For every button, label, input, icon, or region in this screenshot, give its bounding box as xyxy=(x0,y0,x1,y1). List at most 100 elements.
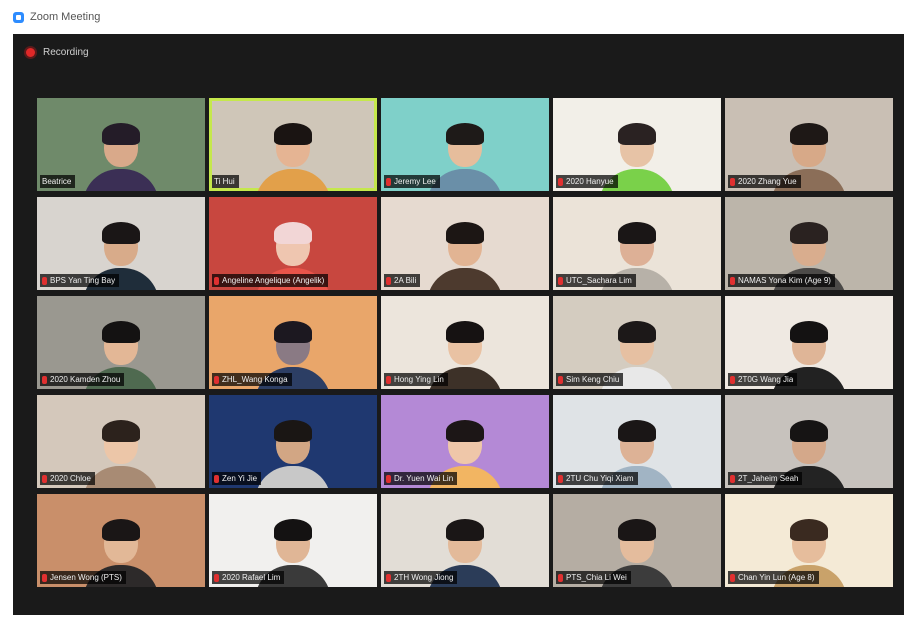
participant-tile[interactable]: Sim Keng Chiu xyxy=(553,296,721,389)
participant-tile[interactable]: BPS Yan Ting Bay xyxy=(37,197,205,290)
meeting-view: Recording Beatrice Ti Hui Jeremy Lee 2020 H… xyxy=(13,34,904,615)
muted-mic-icon xyxy=(558,474,563,483)
muted-mic-icon xyxy=(214,276,219,285)
participant-video xyxy=(83,410,159,488)
participant-name-tag: 2020 Rafael Lim xyxy=(212,571,285,584)
participant-name: Beatrice xyxy=(42,177,72,186)
muted-mic-icon xyxy=(730,276,735,285)
participant-name: NAMAS Yona Kim (Age 9) xyxy=(738,276,831,285)
participant-tile[interactable]: UTC_Sachara Lim xyxy=(553,197,721,290)
window-titlebar: Zoom Meeting xyxy=(0,0,906,34)
participant-tile[interactable]: Dr. Yuen Wai Lin xyxy=(381,395,549,488)
participant-tile[interactable]: Jensen Wong (PTS) xyxy=(37,494,205,587)
participant-name-tag: 2A Bili xyxy=(384,274,421,287)
record-icon xyxy=(26,48,35,57)
participant-name-tag: ZHL_Wang Konga xyxy=(212,373,292,386)
participant-name: ZHL_Wang Konga xyxy=(222,375,288,384)
participant-tile[interactable]: 2020 Hanyue xyxy=(553,98,721,191)
participant-name-tag: Zen Yi Jie xyxy=(212,472,262,485)
participant-video xyxy=(599,113,675,191)
muted-mic-icon xyxy=(42,573,47,582)
muted-mic-icon xyxy=(214,474,219,483)
participant-tile[interactable]: 2020 Kamden Zhou xyxy=(37,296,205,389)
participant-name: Angeline Angelique (Angelik) xyxy=(222,276,325,285)
participant-name-tag: 2020 Kamden Zhou xyxy=(40,373,125,386)
participant-name: Chan Yin Lun (Age 8) xyxy=(738,573,815,582)
muted-mic-icon xyxy=(214,573,219,582)
muted-mic-icon xyxy=(730,177,735,186)
participant-tile[interactable]: Zen Yi Jie xyxy=(209,395,377,488)
muted-mic-icon xyxy=(386,573,391,582)
participant-name: 2020 Rafael Lim xyxy=(222,573,281,582)
participant-name: BPS Yan Ting Bay xyxy=(50,276,116,285)
participant-name-tag: 2TH Wong Jiong xyxy=(384,571,458,584)
muted-mic-icon xyxy=(42,375,47,384)
muted-mic-icon xyxy=(214,375,219,384)
recording-label: Recording xyxy=(43,47,89,58)
participant-name-tag: 2020 Zhang Yue xyxy=(728,175,801,188)
muted-mic-icon xyxy=(386,276,391,285)
participant-tile[interactable]: 2020 Chloe xyxy=(37,395,205,488)
participant-tile[interactable]: 2020 Rafael Lim xyxy=(209,494,377,587)
participant-name: 2A Bili xyxy=(394,276,417,285)
participant-tile[interactable]: Chan Yin Lun (Age 8) xyxy=(725,494,893,587)
participant-name-tag: UTC_Sachara Lim xyxy=(556,274,636,287)
participant-tile[interactable]: 2A Bili xyxy=(381,197,549,290)
participant-name-tag: Dr. Yuen Wai Lin xyxy=(384,472,458,485)
participant-name: 2T_Jaheim Seah xyxy=(738,474,799,483)
participant-name: Ti Hui xyxy=(214,177,235,186)
participant-name-tag: 2TU Chu Yiqi Xiam xyxy=(556,472,638,485)
participant-name: 2T0G Wang Jia xyxy=(738,375,794,384)
participant-name-tag: Beatrice xyxy=(40,175,76,188)
participant-tile[interactable]: Ti Hui xyxy=(209,98,377,191)
participant-video xyxy=(427,212,503,290)
participant-name-tag: NAMAS Yona Kim (Age 9) xyxy=(728,274,835,287)
participant-name-tag: 2020 Hanyue xyxy=(556,175,618,188)
participant-video xyxy=(255,113,331,191)
participant-tile[interactable]: PTS_Chia Li Wei xyxy=(553,494,721,587)
participant-name-tag: Sim Keng Chiu xyxy=(556,373,624,386)
participant-tile[interactable]: Hong Ying Lin xyxy=(381,296,549,389)
participant-name: 2020 Hanyue xyxy=(566,177,614,186)
participant-name: 2TH Wong Jiong xyxy=(394,573,454,582)
recording-indicator[interactable]: Recording xyxy=(26,47,89,58)
muted-mic-icon xyxy=(558,375,563,384)
participant-name: 2020 Chloe xyxy=(50,474,91,483)
participant-name-tag: BPS Yan Ting Bay xyxy=(40,274,120,287)
participant-name-tag: Jeremy Lee xyxy=(384,175,440,188)
muted-mic-icon xyxy=(730,573,735,582)
participant-tile[interactable]: NAMAS Yona Kim (Age 9) xyxy=(725,197,893,290)
gallery-grid: Beatrice Ti Hui Jeremy Lee 2020 Hanyue 2020 … xyxy=(37,98,893,587)
muted-mic-icon xyxy=(42,276,47,285)
participant-name-tag: Hong Ying Lin xyxy=(384,373,448,386)
participant-name-tag: 2T_Jaheim Seah xyxy=(728,472,803,485)
participant-tile[interactable]: Jeremy Lee xyxy=(381,98,549,191)
participant-tile[interactable]: Angeline Angelique (Angelik) xyxy=(209,197,377,290)
participant-tile[interactable]: 2020 Zhang Yue xyxy=(725,98,893,191)
participant-name: Jeremy Lee xyxy=(394,177,436,186)
muted-mic-icon xyxy=(558,573,563,582)
participant-name: PTS_Chia Li Wei xyxy=(566,573,627,582)
participant-name: 2020 Kamden Zhou xyxy=(50,375,121,384)
participant-tile[interactable]: 2TU Chu Yiqi Xiam xyxy=(553,395,721,488)
participant-tile[interactable]: ZHL_Wang Konga xyxy=(209,296,377,389)
participant-tile[interactable]: 2T_Jaheim Seah xyxy=(725,395,893,488)
participant-name: 2TU Chu Yiqi Xiam xyxy=(566,474,634,483)
participant-name-tag: PTS_Chia Li Wei xyxy=(556,571,631,584)
participant-name: 2020 Zhang Yue xyxy=(738,177,797,186)
participant-tile[interactable]: Beatrice xyxy=(37,98,205,191)
participant-name: Jensen Wong (PTS) xyxy=(50,573,122,582)
muted-mic-icon xyxy=(730,474,735,483)
muted-mic-icon xyxy=(730,375,735,384)
participant-video xyxy=(427,113,503,191)
participant-name-tag: Ti Hui xyxy=(212,175,239,188)
participant-tile[interactable]: 2T0G Wang Jia xyxy=(725,296,893,389)
muted-mic-icon xyxy=(558,177,563,186)
participant-tile[interactable]: 2TH Wong Jiong xyxy=(381,494,549,587)
participant-name-tag: 2020 Chloe xyxy=(40,472,95,485)
participant-name-tag: Jensen Wong (PTS) xyxy=(40,571,126,584)
muted-mic-icon xyxy=(386,375,391,384)
muted-mic-icon xyxy=(558,276,563,285)
participant-name: UTC_Sachara Lim xyxy=(566,276,632,285)
participant-video xyxy=(83,113,159,191)
